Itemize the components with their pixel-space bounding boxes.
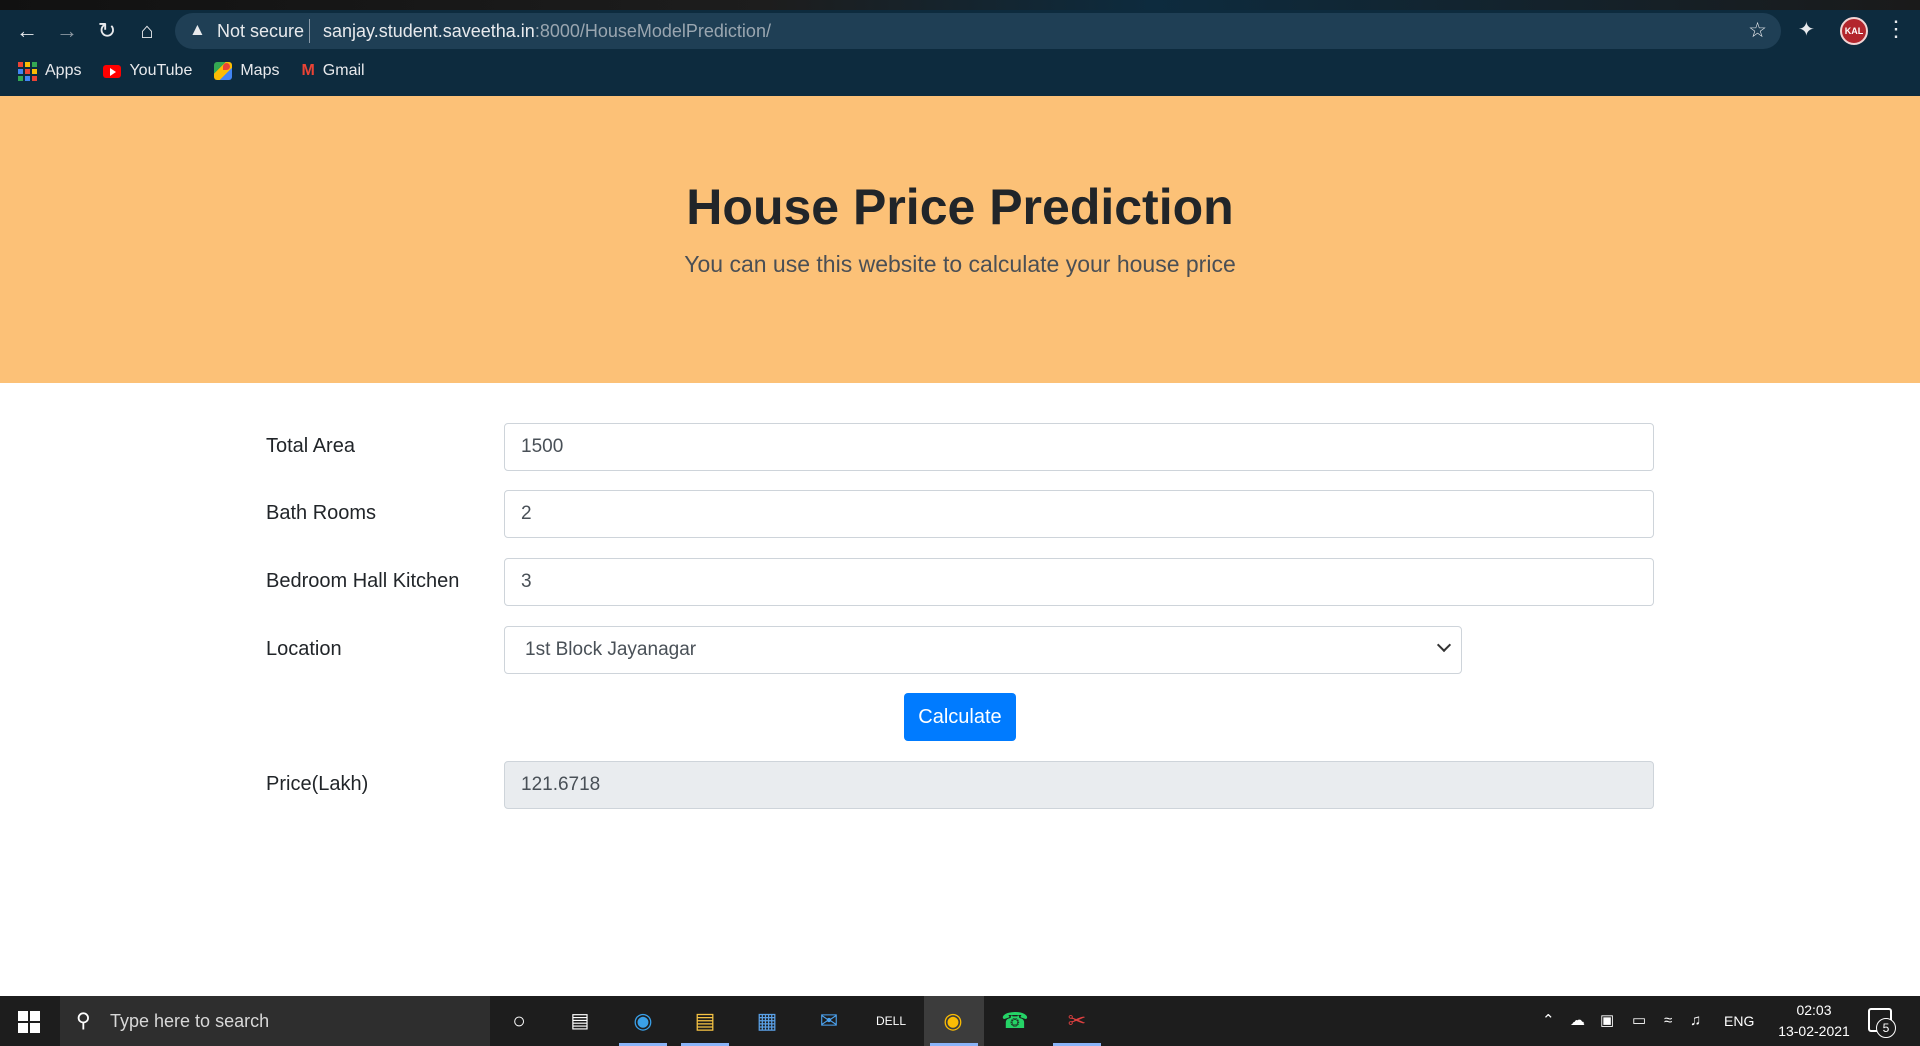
bookmarks-bar: Apps YouTube Maps M Gmail <box>18 60 365 82</box>
file-explorer-icon[interactable]: ▤ <box>688 1005 722 1037</box>
bookmark-maps[interactable]: Maps <box>214 60 279 82</box>
bookmark-label: Gmail <box>322 62 365 79</box>
url-divider <box>309 19 310 43</box>
maps-icon <box>214 62 233 80</box>
bookmark-star-icon[interactable]: ☆ <box>1748 18 1767 43</box>
home-icon[interactable]: ⌂ <box>132 16 162 46</box>
chevron-up-icon[interactable]: ⌃ <box>1542 996 1555 1046</box>
notification-badge: 5 <box>1876 1018 1896 1038</box>
search-icon: ⚲ <box>76 1010 91 1032</box>
total-area-label: Total Area <box>266 435 355 457</box>
profile-avatar[interactable]: KAL <box>1840 17 1868 45</box>
address-bar[interactable]: ▲ Not secure sanjay.student.saveetha.in:… <box>175 13 1781 49</box>
wifi-icon[interactable]: ≈ <box>1664 996 1672 1046</box>
bookmark-gmail[interactable]: M Gmail <box>301 60 364 82</box>
onedrive-icon[interactable]: ☁ <box>1570 996 1585 1046</box>
bookmark-label: YouTube <box>129 62 193 79</box>
chrome-icon[interactable]: ◉ <box>936 1005 970 1037</box>
bookmark-apps[interactable]: Apps <box>18 60 81 82</box>
url-text[interactable]: sanjay.student.saveetha.in:8000/HouseMod… <box>323 21 771 42</box>
task-view-icon[interactable]: ▤ <box>563 1005 597 1037</box>
clock-date: 13-02-2021 <box>1778 1023 1850 1039</box>
edge-icon[interactable]: ◉ <box>626 1005 660 1037</box>
total-area-row: Total Area 1500 <box>266 423 1654 471</box>
browser-menu-icon[interactable]: ⋮ <box>1885 16 1907 42</box>
language-indicator[interactable]: ENG <box>1724 996 1754 1046</box>
location-label: Location <box>266 638 342 660</box>
forward-icon[interactable]: → <box>52 16 82 46</box>
bookmark-label: Maps <box>240 62 280 79</box>
price-row: Price(Lakh) 121.6718 <box>266 761 1654 809</box>
windows-start-icon[interactable] <box>18 1011 40 1033</box>
youtube-icon <box>103 64 122 78</box>
extensions-puzzle-icon[interactable]: ✦ <box>1798 17 1815 42</box>
browser-chrome: ← → ↻ ⌂ ▲ Not secure sanjay.student.save… <box>0 0 1920 96</box>
location-selected-value: 1st Block Jayanagar <box>525 639 697 660</box>
bhk-label: Bedroom Hall Kitchen <box>266 570 460 592</box>
store-icon[interactable]: ▦ <box>750 1005 784 1037</box>
location-select[interactable]: 1st Block Jayanagar <box>504 626 1462 674</box>
warning-icon: ▲ <box>189 20 206 39</box>
cortana-icon[interactable]: ○ <box>502 1005 536 1037</box>
taskbar-search[interactable]: ⚲ Type here to search <box>60 996 490 1046</box>
bookmark-youtube[interactable]: YouTube <box>103 60 192 82</box>
taskbar-clock[interactable]: 02:03 13-02-2021 <box>1764 1000 1864 1042</box>
location-row: Location 1st Block Jayanagar <box>266 626 1654 674</box>
reload-icon[interactable]: ↻ <box>92 16 122 46</box>
url-host: sanjay.student.saveetha.in <box>323 21 535 41</box>
url-path: :8000/HouseModelPrediction/ <box>534 21 771 41</box>
price-label: Price(Lakh) <box>266 773 369 795</box>
hero-banner: House Price Prediction You can use this … <box>0 96 1920 383</box>
bhk-input[interactable]: 3 <box>504 558 1654 606</box>
whatsapp-icon[interactable]: ☎ <box>998 1005 1032 1037</box>
mail-icon[interactable]: ✉ <box>812 1005 846 1037</box>
snipping-tool-icon[interactable]: ✂ <box>1060 1005 1094 1037</box>
bhk-row: Bedroom Hall Kitchen 3 <box>266 558 1654 606</box>
gmail-icon: M <box>301 62 315 79</box>
bath-rooms-label: Bath Rooms <box>266 502 377 524</box>
total-area-input[interactable]: 1500 <box>504 423 1654 471</box>
back-icon[interactable]: ← <box>12 16 42 46</box>
windows-taskbar: ⚲ Type here to search ○ ▤ ◉ ▤ ▦ ✉ DELL ◉… <box>0 996 1920 1046</box>
battery-icon[interactable]: ▭ <box>1632 996 1646 1046</box>
defender-icon[interactable]: ▣ <box>1600 996 1614 1046</box>
bath-rooms-row: Bath Rooms 2 <box>266 490 1654 538</box>
dell-icon[interactable]: DELL <box>874 1005 908 1037</box>
bath-rooms-input[interactable]: 2 <box>504 490 1654 538</box>
bookmark-label: Apps <box>45 62 82 79</box>
price-output: 121.6718 <box>504 761 1654 809</box>
clock-time: 02:03 <box>1796 1002 1832 1018</box>
search-placeholder: Type here to search <box>110 1011 270 1031</box>
apps-grid-icon <box>18 61 37 81</box>
volume-icon[interactable]: ♫ <box>1690 996 1701 1046</box>
chevron-down-icon <box>1436 637 1452 653</box>
page-subtitle: You can use this website to calculate yo… <box>684 251 1236 277</box>
tab-strip <box>0 0 1920 10</box>
calculate-button[interactable]: Calculate <box>904 693 1016 741</box>
not-secure-label[interactable]: Not secure <box>217 21 304 42</box>
page-title: House Price Prediction <box>686 179 1234 235</box>
